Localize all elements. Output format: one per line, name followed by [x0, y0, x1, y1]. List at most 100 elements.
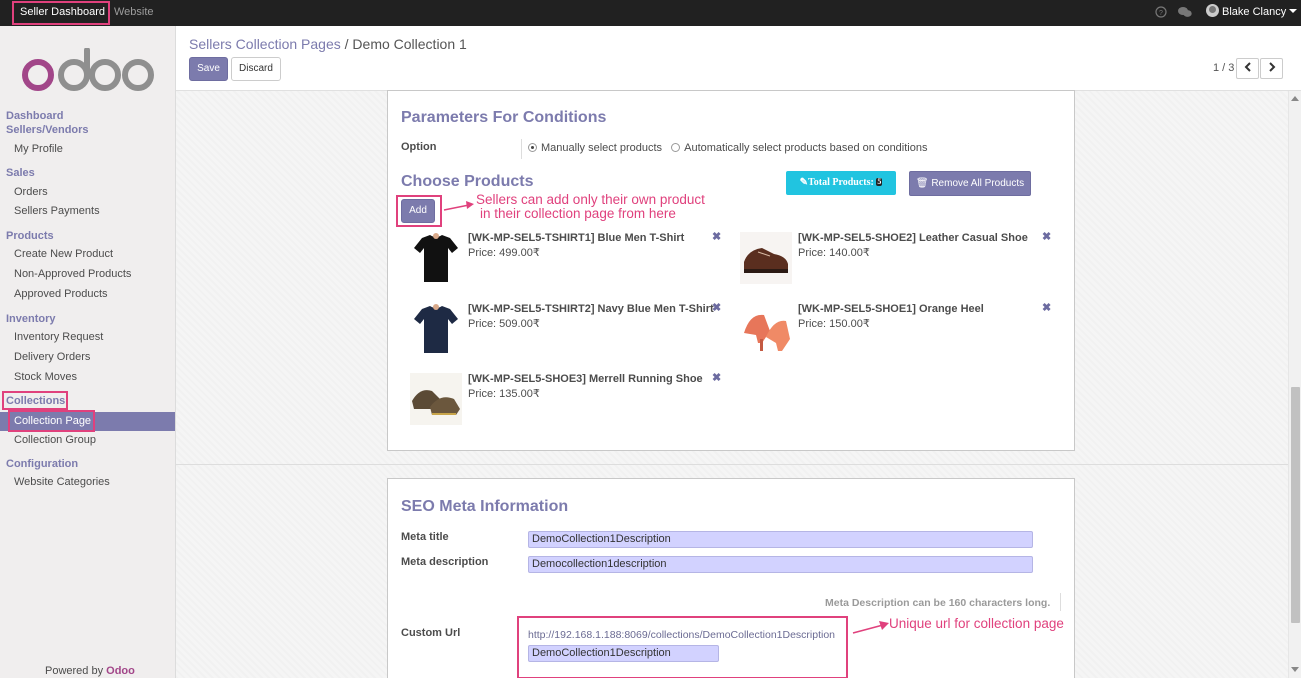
section-collections: Collections: [6, 395, 66, 407]
annotation-add-line2: in their collection page from here: [480, 206, 676, 221]
add-product-button[interactable]: Add: [401, 199, 435, 223]
product-card[interactable]: [WK-MP-SEL5-SHOE3] Merrell Running Shoe …: [410, 371, 730, 433]
section-sellers-vendors[interactable]: Sellers/Vendors: [6, 124, 89, 136]
product-price: Price: 140.00₹: [798, 247, 870, 259]
product-card[interactable]: [WK-MP-SEL5-SHOE2] Leather Casual Shoe P…: [740, 230, 1060, 292]
breadcrumb-separator: /: [344, 36, 349, 52]
radio-auto[interactable]: Automatically select products based on c…: [671, 142, 927, 154]
control-panel: Sellers Collection Pages / Demo Collecti…: [176, 26, 1301, 91]
pager-previous-button[interactable]: [1236, 58, 1259, 79]
custom-url-link[interactable]: http://192.168.1.188:8069/collections/De…: [528, 629, 835, 641]
section-products: Products: [6, 230, 54, 242]
sidebar-item-collection-group[interactable]: Collection Group: [0, 431, 175, 450]
help-icon[interactable]: ?: [1154, 6, 1168, 20]
remove-product-icon[interactable]: ✖: [1042, 230, 1051, 243]
chat-icon[interactable]: [1178, 6, 1192, 20]
scroll-up-icon[interactable]: [1291, 96, 1299, 101]
powered-by: Powered by Odoo: [45, 665, 135, 677]
product-card[interactable]: [WK-MP-SEL5-TSHIRT1] Blue Men T-Shirt Pr…: [410, 230, 730, 292]
sidebar-item-orders[interactable]: Orders: [0, 183, 175, 202]
radio-auto-label: Automatically select products based on c…: [684, 142, 928, 154]
product-card[interactable]: [WK-MP-SEL5-SHOE1] Orange Heel Price: 15…: [740, 301, 1060, 363]
remove-product-icon[interactable]: ✖: [712, 301, 721, 314]
sidebar-item-website-categories[interactable]: Website Categories: [0, 473, 175, 492]
radio-unchecked-icon: [671, 143, 681, 152]
conditions-sheet: Parameters For Conditions Option Manuall…: [387, 90, 1075, 451]
remove-all-label: Remove All Products: [931, 178, 1025, 189]
product-image-shoe-brown: [740, 232, 792, 284]
breadcrumb-parent[interactable]: Sellers Collection Pages: [189, 36, 341, 52]
custom-url-input[interactable]: DemoCollection1Description: [528, 645, 719, 662]
seo-sheet: SEO Meta Information Meta title DemoColl…: [387, 478, 1075, 678]
product-name: [WK-MP-SEL5-SHOE2] Leather Casual Shoe: [798, 232, 1028, 244]
remove-all-products-button[interactable]: 🗑 Remove All Products: [909, 171, 1031, 196]
user-name: Blake Clancy: [1222, 6, 1287, 18]
product-image-tshirt-black: [414, 233, 458, 282]
pager-next-button[interactable]: [1260, 58, 1283, 79]
section-divider: [176, 464, 1288, 465]
save-button[interactable]: Save: [189, 57, 228, 81]
arrow-annotation-icon: [443, 201, 474, 211]
sidebar-item-collection-page[interactable]: Collection Page: [0, 412, 175, 431]
product-price: Price: 509.00₹: [468, 318, 540, 330]
sidebar-item-inventory-request[interactable]: Inventory Request: [0, 328, 175, 347]
radio-manual-label: Manually select products: [541, 142, 663, 154]
product-price: Price: 135.00₹: [468, 388, 540, 400]
sidebar-item-approved-products[interactable]: Approved Products: [0, 285, 175, 304]
annotation-add: Sellers can add only their own product i…: [476, 193, 705, 221]
annotation-custom-url: Unique url for collection page: [889, 616, 1064, 631]
total-products-label: Total Products:: [808, 177, 874, 188]
meta-title-input[interactable]: DemoCollection1Description: [528, 531, 1033, 548]
product-image-tshirt-navy: [414, 304, 458, 353]
form-content: Parameters For Conditions Option Manuall…: [176, 90, 1288, 678]
sidebar-item-non-approved-products[interactable]: Non-Approved Products: [0, 265, 175, 284]
sidebar-item-sellers-payments[interactable]: Sellers Payments: [0, 202, 175, 221]
scroll-thumb[interactable]: [1291, 387, 1300, 623]
sidebar-item-delivery-orders[interactable]: Delivery Orders: [0, 348, 175, 367]
custom-url-label: Custom Url: [401, 627, 461, 639]
product-name: [WK-MP-SEL5-TSHIRT2] Navy Blue Men T-Shi…: [468, 303, 714, 315]
product-price: Price: 150.00₹: [798, 318, 870, 330]
trash-icon: 🗑: [915, 178, 929, 189]
product-card[interactable]: [WK-MP-SEL5-TSHIRT2] Navy Blue Men T-Shi…: [410, 301, 730, 363]
remove-product-icon[interactable]: ✖: [712, 230, 721, 243]
remove-product-icon[interactable]: ✖: [712, 371, 721, 384]
section-dashboard[interactable]: Dashboard: [6, 110, 63, 122]
option-label: Option: [401, 141, 437, 153]
scroll-down-icon[interactable]: [1291, 667, 1299, 672]
odoo-logo: [22, 48, 154, 91]
meta-title-label: Meta title: [401, 531, 449, 543]
meta-description-hint: Meta Description can be 160 characters l…: [825, 597, 1051, 609]
seo-title: SEO Meta Information: [401, 498, 569, 515]
chevron-left-icon: [1244, 62, 1251, 72]
sidebar: Dashboard Sellers/Vendors My Profile Sal…: [0, 26, 176, 678]
menu-seller-dashboard[interactable]: Seller Dashboard: [20, 0, 105, 26]
discard-button[interactable]: Discard: [231, 57, 281, 81]
remove-product-icon[interactable]: ✖: [1042, 301, 1051, 314]
avatar: [1206, 4, 1219, 17]
pager-value: 1 / 3: [1213, 62, 1235, 74]
breadcrumb: Sellers Collection Pages / Demo Collecti…: [189, 36, 467, 52]
sidebar-item-create-new-product[interactable]: Create New Product: [0, 245, 175, 264]
choose-products-title: Choose Products: [401, 173, 534, 190]
total-products-count: 5: [876, 177, 883, 186]
section-configuration: Configuration: [6, 458, 79, 470]
section-inventory: Inventory: [6, 313, 56, 325]
arrow-annotation-icon: [852, 621, 889, 634]
option-radio-group: Manually select products Automatically s…: [528, 142, 927, 154]
radio-manual[interactable]: Manually select products: [528, 142, 662, 154]
caret-down-icon: [1289, 9, 1298, 13]
conditions-title: Parameters For Conditions: [401, 109, 607, 126]
user-menu[interactable]: Blake Clancy: [1206, 0, 1298, 26]
total-products-badge: ✎Total Products: 5: [786, 171, 896, 195]
section-sales: Sales: [6, 167, 35, 179]
product-name: [WK-MP-SEL5-TSHIRT1] Blue Men T-Shirt: [468, 232, 685, 244]
powered-by-brand[interactable]: Odoo: [106, 665, 135, 677]
scrollbar[interactable]: [1288, 91, 1301, 678]
sidebar-item-my-profile[interactable]: My Profile: [0, 140, 175, 159]
sidebar-item-stock-moves[interactable]: Stock Moves: [0, 368, 175, 387]
radio-checked-icon: [528, 143, 537, 152]
menu-website[interactable]: Website: [114, 0, 154, 26]
top-navbar: Seller Dashboard Website ? Blake Clancy: [0, 0, 1301, 26]
meta-description-input[interactable]: Democollection1description: [528, 556, 1033, 573]
